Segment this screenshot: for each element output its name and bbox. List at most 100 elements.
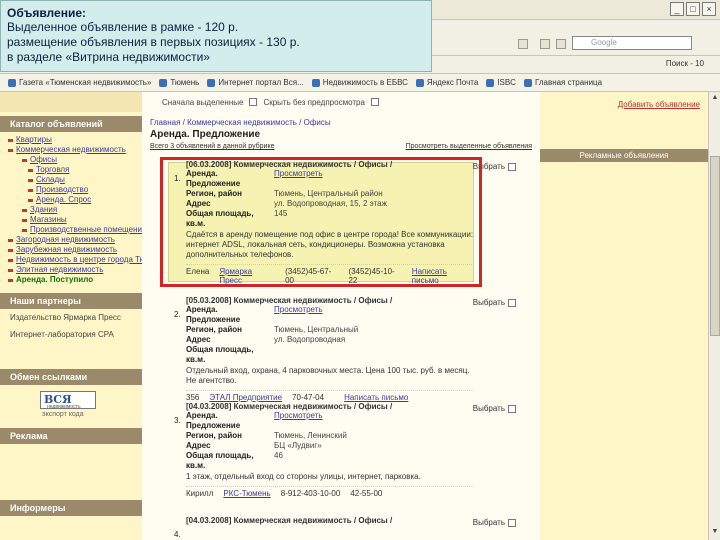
bookmark-item[interactable]: Главная страница (523, 78, 602, 87)
ad-address-row: Адрес ул. Водопроводная (186, 335, 474, 345)
bullet-icon (8, 258, 13, 262)
choose-label: Выбрать (472, 518, 505, 527)
choose-label: Выбрать (472, 298, 505, 307)
bookmark-item[interactable]: ISBC (486, 78, 516, 87)
ad-number: 3. (174, 416, 181, 425)
catalog-item[interactable]: Квартиры (8, 135, 142, 145)
ad-type: Аренда. Предложение (186, 305, 241, 324)
catalog-item[interactable]: Магазины (8, 215, 142, 225)
callout-line: Выделенное объявление в рамке - 120 р. (7, 20, 239, 34)
scroll-up-icon[interactable]: ▲ (710, 94, 720, 104)
catalog-item-label: Аренда. Поступило (16, 275, 94, 284)
catalog-list: Квартиры Коммерческая недвижимость Офисы То… (0, 132, 164, 289)
ads-heading: Реклама (0, 428, 142, 444)
scrollbar[interactable]: ▲ ▼ (708, 92, 720, 540)
choose-control[interactable]: Выбрать (473, 298, 516, 307)
minimize-button[interactable]: _ (670, 2, 684, 16)
catalog-item[interactable]: Элитная недвижимость (8, 265, 142, 275)
choose-checkbox[interactable] (508, 404, 516, 413)
go-icon[interactable] (518, 39, 528, 49)
ad-description: 1 этаж, отдельный вход со стороны улицы,… (186, 472, 421, 481)
ad-header[interactable]: [04.03.2008] Коммерческая недвижимость /… (186, 516, 474, 525)
hide-no-preview-checkbox[interactable] (370, 98, 379, 106)
maximize-button[interactable]: □ (686, 2, 700, 16)
bookmark-icon (415, 78, 424, 87)
bookmark-icon (207, 78, 216, 87)
toolbar-search-label[interactable]: Поиск - 10 (666, 59, 704, 68)
choose-checkbox[interactable] (508, 518, 516, 527)
catalog-item[interactable]: Склады (8, 175, 142, 185)
ad-number: 4. (174, 530, 181, 539)
ad-type: Аренда. Предложение (186, 411, 241, 430)
catalog-item[interactable]: Зарубежная недвижимость (8, 245, 142, 255)
scrollbar-thumb[interactable] (710, 156, 720, 336)
bullet-icon (8, 148, 13, 152)
bookmark-item[interactable]: Газета «Тюменская недвижимость» (8, 78, 151, 87)
catalog-item[interactable]: Офисы (8, 155, 142, 165)
write-letter-link[interactable]: Написать письмо (344, 393, 408, 402)
catalog-item-label: Магазины (30, 215, 67, 224)
ad-address-row: Адрес БЦ «Лудвиг» (186, 441, 474, 451)
bookmark-icon (523, 78, 532, 87)
bookmark-item[interactable]: Интернет портал Вся... (207, 78, 304, 87)
bullet-icon (8, 278, 13, 282)
field-label: Регион, район (186, 431, 242, 440)
choose-control[interactable]: Выбрать (473, 518, 516, 527)
catalog-item[interactable]: Здания (8, 205, 142, 215)
catalog-item-label: Коммерческая недвижимость (16, 145, 126, 154)
bookmark-icon (159, 78, 168, 87)
bookmark-label: ISBC (497, 78, 516, 87)
partner-link[interactable]: Интернет-лаборатория CPA (0, 326, 142, 343)
bookmark-label: Яндекс Почта (426, 78, 479, 87)
catalog-item[interactable]: Торговля (8, 165, 142, 175)
logo-subtext: недвижимость (47, 404, 81, 410)
ad-header[interactable]: [04.03.2008] Коммерческая недвижимость /… (186, 402, 474, 411)
catalog-item[interactable]: Производство (8, 185, 142, 195)
phone-number: 42-55-00 (350, 489, 383, 498)
catalog-item[interactable]: Производственные помещения (8, 225, 146, 235)
ad-type-row: Аренда. Предложение Просмотреть (186, 411, 474, 431)
choose-control[interactable]: Выбрать (473, 404, 516, 413)
choose-checkbox[interactable] (508, 162, 516, 171)
search-input[interactable]: Google (572, 36, 692, 50)
ad-header[interactable]: [05.03.2008] Коммерческая недвижимость /… (186, 296, 474, 305)
contact-name: 356 (186, 393, 200, 402)
agency-link[interactable]: РКС-Тюмень (223, 489, 270, 498)
catalog-item-label: Производственные помещения (30, 225, 147, 234)
bullet-icon (8, 238, 13, 242)
toolbar-icon[interactable] (556, 39, 566, 49)
catalog-item-label: Квартиры (16, 135, 52, 144)
preview-link[interactable]: Просмотреть (274, 411, 323, 431)
bookmark-item[interactable]: Яндекс Почта (415, 78, 479, 87)
bookmark-item[interactable]: Тюмень (159, 78, 199, 87)
scroll-down-icon[interactable]: ▼ (710, 528, 720, 538)
site-logo[interactable]: ВСЯ недвижимость (40, 391, 96, 410)
view-highlighted-link[interactable]: Просмотреть выделенные объявления (406, 143, 532, 150)
agency-link[interactable]: ЭТАЛ Предприятие (209, 393, 282, 402)
bookmark-label: Тюмень (170, 78, 200, 87)
ad-contacts: 356 ЭТАЛ Предприятие 70-47-04 Написать пись… (186, 390, 474, 402)
catalog-item-label: Загородная недвижимость (16, 235, 115, 244)
listing-summary: Всего 3 объявлений в данной рубрике Прос… (142, 142, 540, 151)
catalog-item[interactable]: Недвижимость в центре города Тюмени (8, 255, 164, 265)
bookmark-icon (8, 78, 16, 87)
export-code-link[interactable]: экспорт кода (42, 411, 142, 418)
catalog-item[interactable]: Аренда. Спрос (8, 195, 142, 205)
partner-link[interactable]: Издательство Ярмарка Пресс (0, 309, 142, 326)
close-button[interactable]: × (702, 2, 716, 16)
catalog-item[interactable]: Аренда. Поступило (8, 275, 142, 285)
bookmark-icon[interactable] (540, 39, 550, 49)
catalog-item[interactable]: Загородная недвижимость (8, 235, 142, 245)
bookmark-item[interactable]: Недвижимость в ЕБВС (311, 78, 408, 87)
right-sidebar: Добавить объявление Рекламные объявления (540, 92, 708, 540)
highlighted-first-checkbox[interactable] (249, 98, 258, 106)
bookmark-label: Интернет портал Вся... (218, 78, 304, 87)
add-ad-link[interactable]: Добавить объявление (540, 100, 708, 109)
choose-checkbox[interactable] (508, 298, 516, 307)
field-value: ул. Водопроводная (274, 335, 346, 344)
breadcrumb[interactable]: Главная / Коммерческая недвижимость / Оф… (142, 112, 540, 127)
catalog-item[interactable]: Коммерческая недвижимость (8, 145, 142, 155)
phone-number: 8-912-403-10-00 (280, 489, 341, 498)
preview-link[interactable]: Просмотреть (274, 305, 323, 325)
phone-number: 70-47-04 (292, 393, 325, 402)
